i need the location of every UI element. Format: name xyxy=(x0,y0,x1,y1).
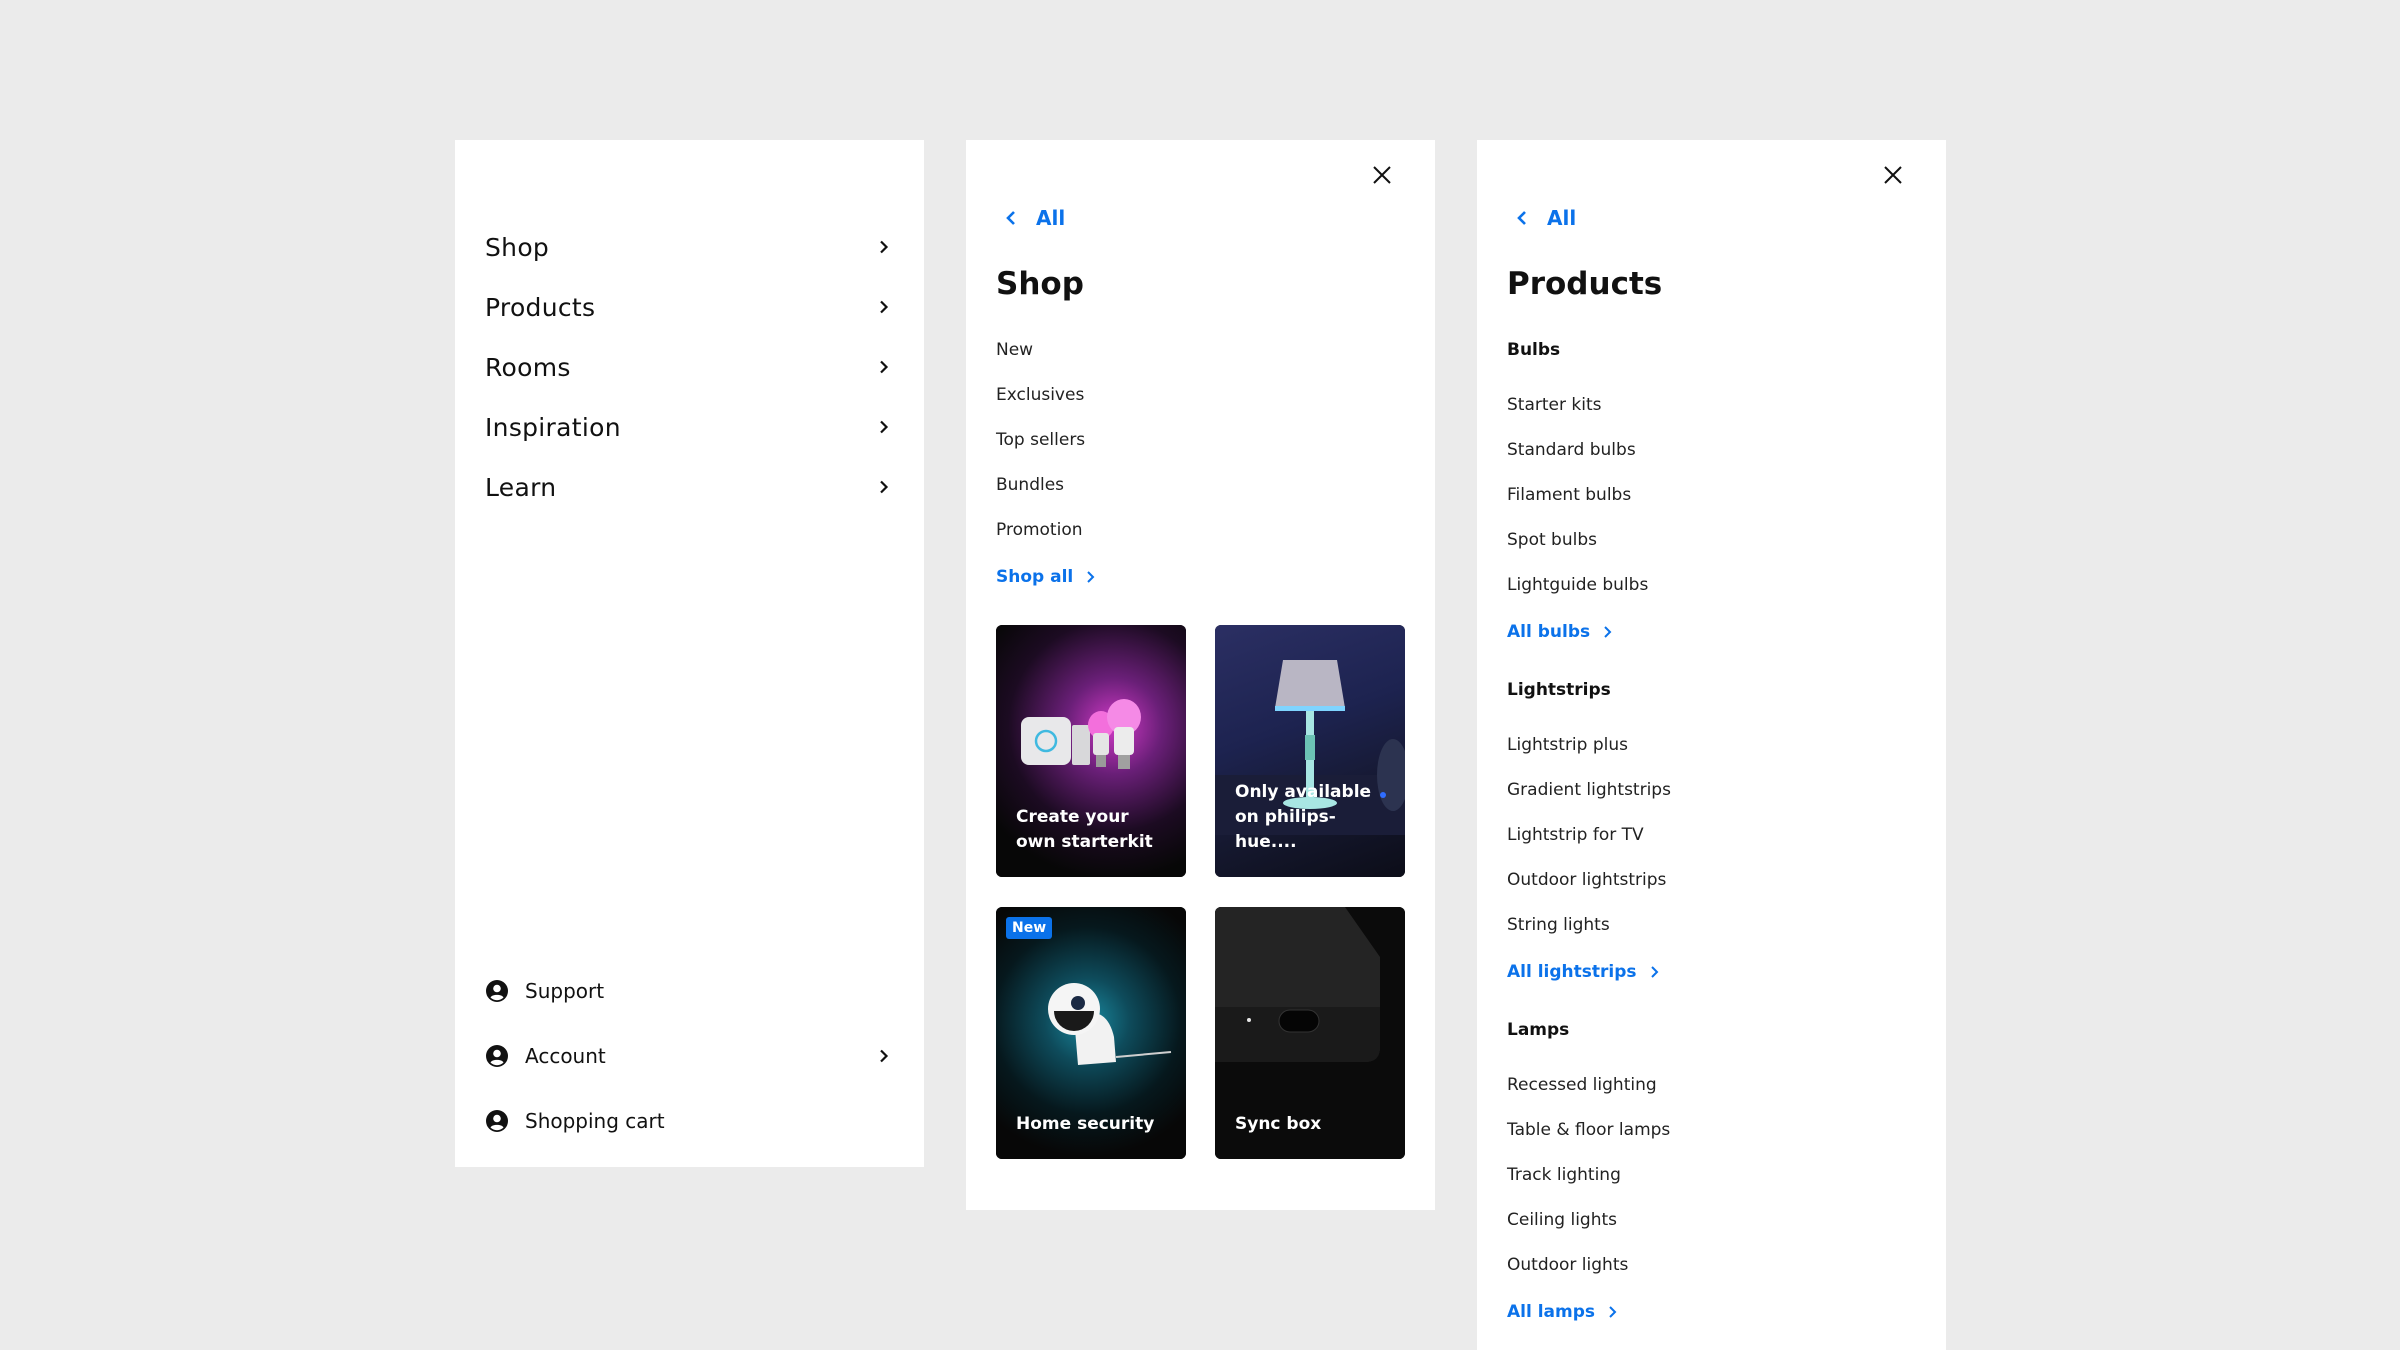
product-item[interactable]: Ceiling lights xyxy=(1507,1210,1617,1230)
product-item[interactable]: Recessed lighting xyxy=(1507,1075,1657,1095)
card-label: Home security xyxy=(1016,1114,1155,1134)
chevron-left-icon xyxy=(1004,209,1018,227)
card-label: Create your own starterkit xyxy=(1016,807,1153,852)
close-icon xyxy=(1884,166,1902,184)
section-heading-bulbs: Bulbs xyxy=(1507,340,1561,360)
all-link-label: All lamps xyxy=(1507,1302,1596,1322)
chevron-right-icon xyxy=(874,297,894,317)
product-item[interactable]: Filament bulbs xyxy=(1507,485,1631,505)
utility-item-shopping-cart[interactable]: Shopping cart xyxy=(485,1101,894,1141)
section-heading-lamps: Lamps xyxy=(1507,1020,1570,1040)
product-item[interactable]: Spot bulbs xyxy=(1507,530,1597,550)
close-button[interactable] xyxy=(1369,162,1395,188)
user-circle-icon xyxy=(485,978,511,1004)
shop-panel: All Shop New Exclusives Top sellers Bund… xyxy=(966,140,1435,1210)
panel-title: Products xyxy=(1507,266,1663,302)
menu-item-label: Rooms xyxy=(485,352,571,382)
promo-card-sync-box[interactable]: Sync box xyxy=(1215,907,1405,1159)
close-button[interactable] xyxy=(1880,162,1906,188)
utility-item-label: Shopping cart xyxy=(525,1109,665,1133)
menu-item-rooms[interactable]: Rooms xyxy=(485,347,894,387)
all-lamps-link[interactable]: All lamps xyxy=(1507,1302,1617,1322)
shop-item-exclusives[interactable]: Exclusives xyxy=(996,385,1084,405)
chevron-right-icon xyxy=(874,1046,894,1066)
all-link-label: All lightstrips xyxy=(1507,962,1637,982)
product-item[interactable]: Lightstrip for TV xyxy=(1507,825,1644,845)
back-link-label: All xyxy=(1036,206,1066,230)
shop-item-new[interactable]: New xyxy=(996,340,1033,360)
promo-card-starterkit[interactable]: Create your own starterkit xyxy=(996,625,1186,877)
chevron-right-icon xyxy=(874,357,894,377)
new-badge: New xyxy=(1006,917,1053,939)
section-heading-lightstrips: Lightstrips xyxy=(1507,680,1611,700)
panel-title: Shop xyxy=(996,266,1084,302)
menu-item-learn[interactable]: Learn xyxy=(485,467,894,507)
product-item[interactable]: Outdoor lightstrips xyxy=(1507,870,1666,890)
product-item[interactable]: Outdoor lights xyxy=(1507,1255,1628,1275)
menu-item-label: Products xyxy=(485,292,596,322)
menu-item-shop[interactable]: Shop xyxy=(485,227,894,267)
back-link[interactable]: All xyxy=(1004,206,1065,230)
product-item[interactable]: Lightstrip plus xyxy=(1507,735,1628,755)
main-menu-panel: Shop Products Rooms Inspiration Learn Su… xyxy=(455,140,924,1167)
product-item[interactable]: Standard bulbs xyxy=(1507,440,1636,460)
product-item[interactable]: Track lighting xyxy=(1507,1165,1621,1185)
menu-item-inspiration[interactable]: Inspiration xyxy=(485,407,894,447)
menu-item-label: Shop xyxy=(485,232,550,262)
all-bulbs-link[interactable]: All bulbs xyxy=(1507,622,1612,642)
back-link-label: All xyxy=(1547,206,1577,230)
chevron-right-icon xyxy=(1602,625,1612,639)
promo-card-home-security[interactable]: New Home security xyxy=(996,907,1186,1159)
shop-item-top-sellers[interactable]: Top sellers xyxy=(996,430,1085,450)
chevron-right-icon xyxy=(874,237,894,257)
product-item[interactable]: Gradient lightstrips xyxy=(1507,780,1671,800)
user-circle-icon xyxy=(485,1043,511,1069)
card-label: Only available on philips-hue.... xyxy=(1235,782,1372,852)
product-item[interactable]: Starter kits xyxy=(1507,395,1601,415)
chevron-right-icon xyxy=(874,417,894,437)
chevron-right-icon xyxy=(874,477,894,497)
chevron-right-icon xyxy=(1085,570,1095,584)
shop-item-bundles[interactable]: Bundles xyxy=(996,475,1064,495)
card-label: Sync box xyxy=(1235,1114,1322,1134)
utility-item-label: Account xyxy=(525,1044,606,1068)
all-link-label: All bulbs xyxy=(1507,622,1591,642)
menu-item-label: Learn xyxy=(485,472,557,502)
utility-item-account[interactable]: Account xyxy=(485,1036,894,1076)
chevron-right-icon xyxy=(1607,1305,1617,1319)
utility-item-label: Support xyxy=(525,979,605,1003)
product-item[interactable]: Table & floor lamps xyxy=(1507,1120,1670,1140)
utility-item-support[interactable]: Support xyxy=(485,971,894,1011)
back-link[interactable]: All xyxy=(1515,206,1576,230)
menu-item-label: Inspiration xyxy=(485,412,621,442)
product-item[interactable]: String lights xyxy=(1507,915,1610,935)
shop-all-link[interactable]: Shop all xyxy=(996,567,1095,587)
menu-item-products[interactable]: Products xyxy=(485,287,894,327)
promo-card-exclusive[interactable]: Only available on philips-hue.... xyxy=(1215,625,1405,877)
shop-all-label: Shop all xyxy=(996,567,1074,587)
all-lightstrips-link[interactable]: All lightstrips xyxy=(1507,962,1659,982)
chevron-right-icon xyxy=(1649,965,1659,979)
user-circle-icon xyxy=(485,1108,511,1134)
close-icon xyxy=(1373,166,1391,184)
chevron-left-icon xyxy=(1515,209,1529,227)
shop-item-promotion[interactable]: Promotion xyxy=(996,520,1083,540)
product-item[interactable]: Lightguide bulbs xyxy=(1507,575,1648,595)
products-panel: All Products Bulbs Starter kits Standard… xyxy=(1477,140,1946,1350)
